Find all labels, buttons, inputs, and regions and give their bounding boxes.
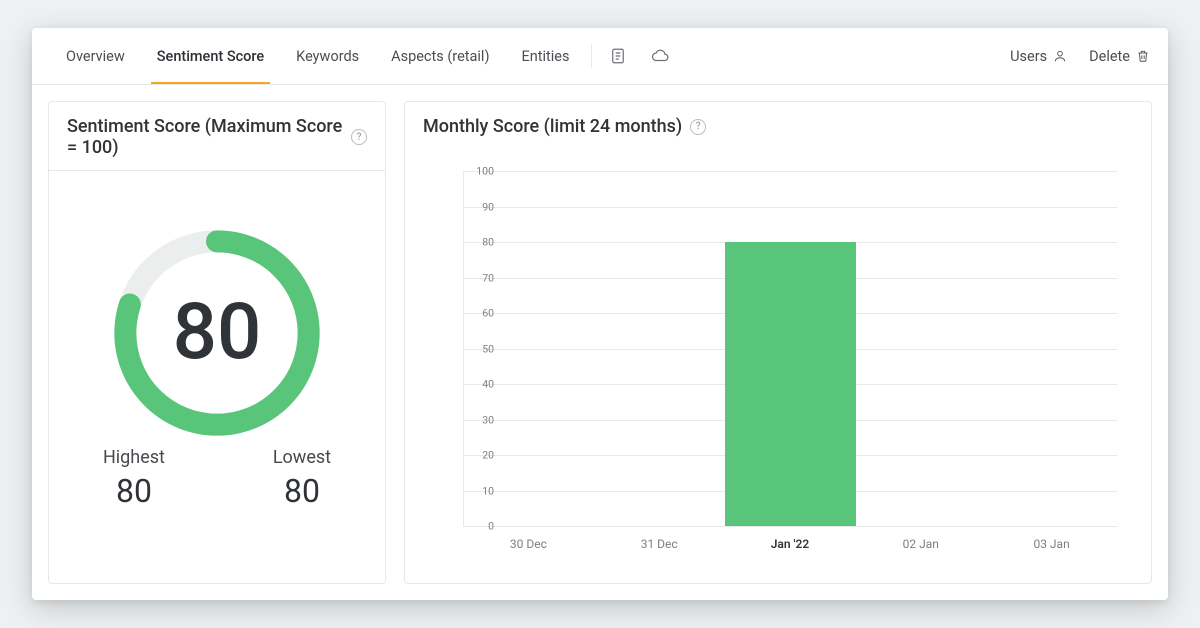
top-bar: Overview Sentiment Score Keywords Aspect… [32,28,1168,85]
gauge-value: 80 [107,223,327,443]
monthly-score-title-text: Monthly Score (limit 24 months) [423,116,682,137]
tab-entities[interactable]: Entities [506,28,586,84]
users-button[interactable]: Users [1010,48,1067,65]
high-low-row: Highest 80 Lowest 80 [39,443,395,532]
delete-label: Delete [1089,48,1130,65]
gauge-area: 80 Highest 80 Lowest 80 [49,171,385,583]
highest-label: Highest [103,447,165,468]
highest-value: 80 [116,472,152,510]
tab-sentiment-score[interactable]: Sentiment Score [141,28,280,84]
help-icon[interactable]: ? [690,119,706,135]
bar-slot [856,171,987,526]
app-window: Overview Sentiment Score Keywords Aspect… [32,28,1168,600]
bar-slot [595,171,726,526]
tab-strip: Overview Sentiment Score Keywords Aspect… [50,28,585,84]
bar-slot [464,171,595,526]
highest-col: Highest 80 [103,447,165,510]
delete-button[interactable]: Delete [1089,48,1150,65]
users-label: Users [1010,48,1047,65]
x-tick-label: 30 Dec [463,527,594,567]
cloud-icon[interactable] [648,44,672,68]
tab-overview[interactable]: Overview [50,28,141,84]
sentiment-gauge: 80 [107,223,327,443]
bar-slot [986,171,1117,526]
sentiment-score-title-text: Sentiment Score (Maximum Score = 100) [67,116,343,158]
topbar-extra-icons [591,44,672,68]
x-tick-label: Jan '22 [725,527,856,567]
bar[interactable] [725,242,856,526]
lowest-value: 80 [284,472,320,510]
topbar-actions: Users Delete [1010,48,1150,65]
x-tick-label: 31 Dec [594,527,725,567]
lowest-label: Lowest [273,447,331,468]
monthly-bar-chart: 0102030405060708090100 30 Dec31 DecJan '… [415,167,1127,567]
trash-icon [1136,49,1150,63]
monthly-chart-body: 0102030405060708090100 30 Dec31 DecJan '… [405,149,1151,583]
monthly-score-card: Monthly Score (limit 24 months) ? 010203… [404,101,1152,584]
sentiment-score-card: Sentiment Score (Maximum Score = 100) ? … [48,101,386,584]
bar-slot [725,171,856,526]
lowest-col: Lowest 80 [273,447,331,510]
sentiment-score-title: Sentiment Score (Maximum Score = 100) ? [49,102,385,171]
tab-keywords[interactable]: Keywords [280,28,375,84]
user-icon [1053,49,1067,63]
help-icon[interactable]: ? [351,129,367,145]
document-icon[interactable] [606,44,630,68]
tab-aspects-retail[interactable]: Aspects (retail) [375,28,505,84]
content-body: Sentiment Score (Maximum Score = 100) ? … [32,85,1168,600]
x-tick-label: 03 Jan [986,527,1117,567]
x-tick-label: 02 Jan [855,527,986,567]
monthly-score-title: Monthly Score (limit 24 months) ? [405,102,1151,149]
